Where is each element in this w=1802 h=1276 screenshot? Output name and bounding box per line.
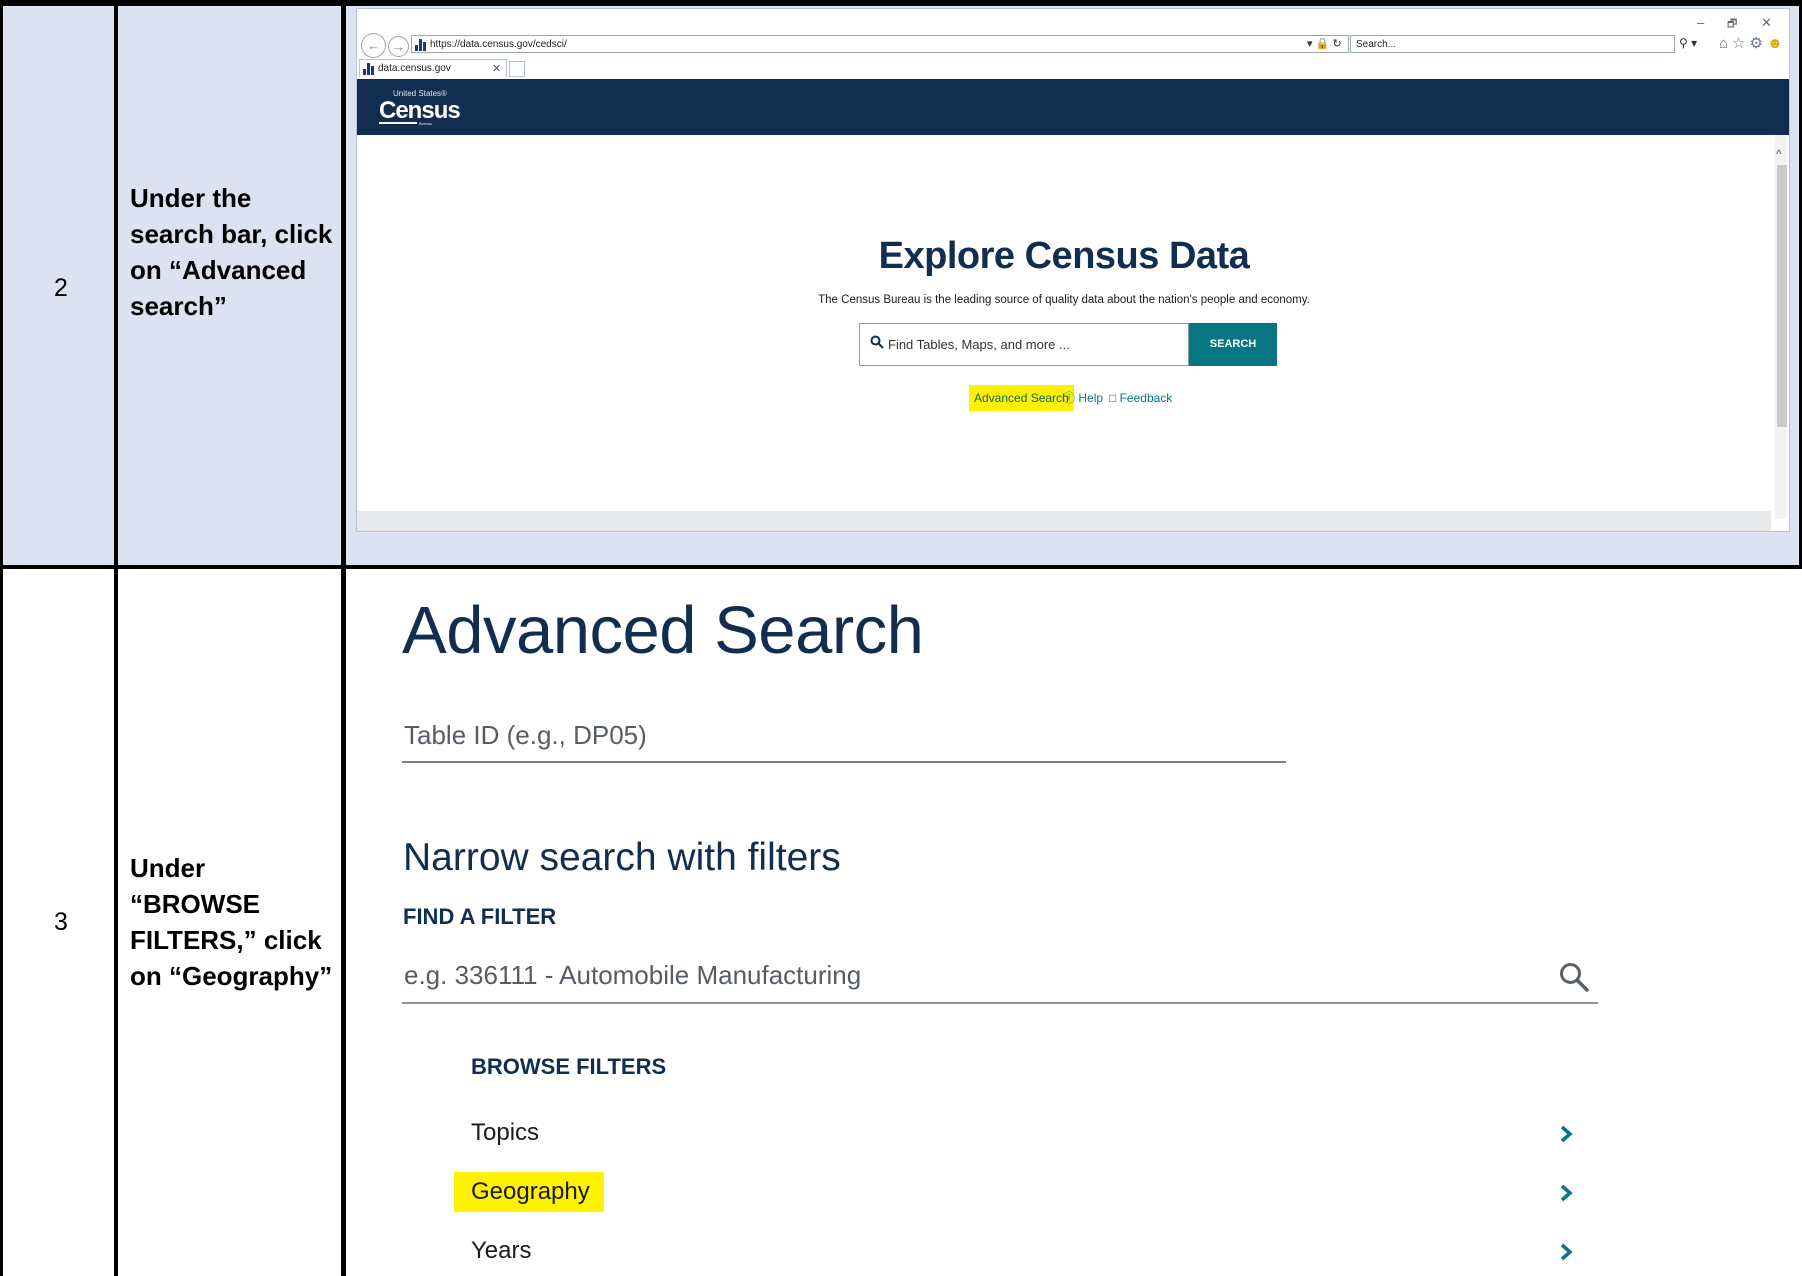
step-instruction: Under “BROWSE FILTERS,” click on “Geogra…: [130, 850, 335, 994]
census-header: [357, 79, 1789, 135]
search-icon: [870, 335, 884, 349]
chevron-right-icon[interactable]: [1556, 1242, 1576, 1262]
explore-subtitle: The Census Bureau is the leading source …: [818, 294, 1310, 306]
explore-title: Explore Census Data: [878, 235, 1250, 277]
census-search-input[interactable]: Find Tables, Maps, and more ...: [859, 323, 1189, 366]
step-number: 2: [54, 274, 68, 302]
table-id-input[interactable]: Table ID (e.g., DP05): [404, 720, 647, 751]
search-button[interactable]: SEARCH: [1189, 323, 1277, 366]
browser-chrome: – 🗗 ✕ ← → https://data.census.gov/cedsci…: [357, 9, 1789, 77]
restore-button[interactable]: 🗗: [1727, 15, 1737, 34]
feedback-link[interactable]: □ Feedback: [1109, 385, 1172, 411]
scrollbar-thumb[interactable]: [1777, 165, 1787, 427]
logo-underline: [379, 122, 417, 124]
search-icon[interactable]: [1558, 961, 1590, 993]
forward-button[interactable]: →: [388, 36, 409, 57]
step-instruction: Under the search bar, click on “Advanced…: [130, 180, 335, 324]
help-label: Help: [1078, 391, 1104, 405]
find-filter-label: FIND A FILTER: [403, 904, 557, 929]
instruction-line: Under: [130, 853, 206, 883]
table-border-top: [0, 0, 1802, 6]
census-favicon-icon: [363, 63, 375, 75]
tab-close-icon[interactable]: ✕: [492, 60, 501, 78]
search-dropdown-icon[interactable]: ⚲ ▾: [1679, 36, 1697, 50]
narrow-search-heading: Narrow search with filters: [403, 836, 841, 879]
lock-refresh-icon[interactable]: ▾ 🔒 ↻: [1307, 37, 1342, 50]
feedback-icon: □: [1109, 391, 1117, 405]
search-placeholder: Find Tables, Maps, and more ...: [888, 337, 1070, 352]
page-title: Advanced Search: [402, 593, 924, 668]
logo-bottom-text: Bureau: [419, 121, 432, 126]
feedback-label: Feedback: [1119, 391, 1173, 405]
minimize-button[interactable]: –: [1697, 15, 1704, 30]
toolbar-icons[interactable]: ⌂☆⚙☻: [1719, 34, 1787, 52]
instruction-line: FILTERS,” click: [130, 925, 322, 955]
row-divider: [0, 565, 1802, 569]
chevron-right-icon[interactable]: [1556, 1124, 1576, 1144]
browser-tab[interactable]: data.census.gov ✕: [359, 59, 507, 77]
instruction-line: on “Geography”: [130, 961, 333, 991]
scroll-up-icon[interactable]: ^: [1776, 147, 1782, 161]
filter-item-topics[interactable]: Topics: [471, 1119, 539, 1147]
instruction-line: search bar, click: [130, 219, 333, 249]
browse-filters-heading: BROWSE FILTERS: [471, 1054, 667, 1079]
table-id-underline: [402, 761, 1286, 763]
step-number: 3: [54, 908, 68, 936]
instruction-line: “BROWSE: [130, 889, 260, 919]
census-favicon-icon: [415, 39, 427, 51]
back-button[interactable]: ←: [361, 33, 386, 58]
url-text: https://data.census.gov/cedsci/: [430, 39, 567, 50]
browser-screenshot: – 🗗 ✕ ← → https://data.census.gov/cedsci…: [356, 8, 1790, 532]
address-bar[interactable]: https://data.census.gov/cedsci/: [411, 35, 1349, 53]
column-divider-2: [341, 0, 346, 1276]
help-link[interactable]: ⓘ Help: [1063, 385, 1103, 411]
filter-item-geography[interactable]: Geography: [471, 1178, 590, 1206]
tab-title: data.census.gov: [378, 63, 451, 74]
filter-underline: [402, 1002, 1598, 1004]
advanced-search-link[interactable]: Advanced Search: [969, 385, 1074, 411]
instruction-line: on “Advanced: [130, 255, 307, 285]
instruction-line: search”: [130, 291, 227, 321]
filter-item-years[interactable]: Years: [471, 1237, 532, 1265]
close-window-button[interactable]: ✕: [1761, 15, 1772, 31]
new-tab-button[interactable]: [509, 61, 525, 77]
instruction-line: Under the: [130, 183, 252, 213]
census-logo[interactable]: United States® Census Bureau: [379, 89, 461, 127]
browser-search-input[interactable]: Search...: [1350, 35, 1675, 53]
table-border-left: [0, 0, 3, 1276]
page-footer-strip: [357, 511, 1771, 531]
column-divider-1: [114, 0, 118, 1276]
help-icon: ⓘ: [1063, 391, 1076, 405]
chevron-right-icon[interactable]: [1556, 1183, 1576, 1203]
filter-search-input[interactable]: e.g. 336111 - Automobile Manufacturing: [404, 960, 861, 991]
